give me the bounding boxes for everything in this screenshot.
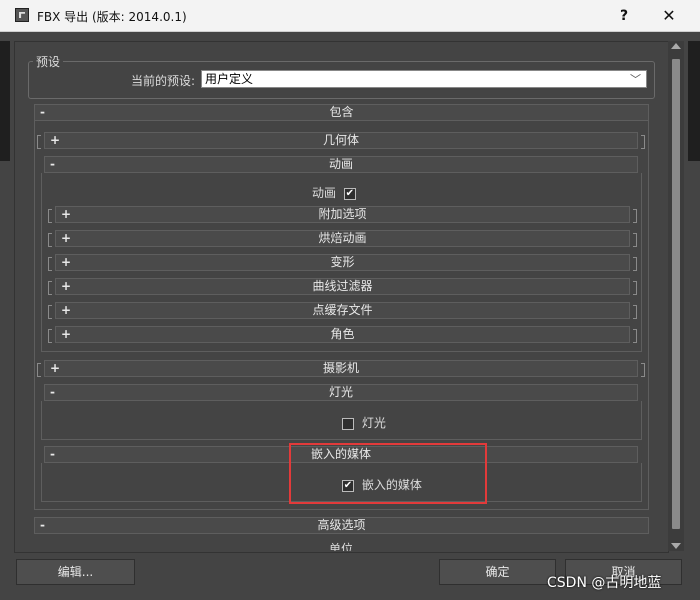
rollout-cameras-label: 摄影机 — [322, 361, 359, 375]
rollout-curve-filters-label: 曲线过滤器 — [312, 279, 373, 293]
rollout-bracket — [48, 209, 52, 223]
animation-checkbox-label: 动画 — [312, 186, 337, 200]
watermark: CSDN @古明地蓝 — [547, 575, 662, 591]
scroll-down-arrow-icon[interactable] — [671, 543, 681, 549]
background-viewport-right — [688, 41, 700, 161]
rollout-character[interactable]: + 角色 — [48, 326, 637, 343]
rollout-lights[interactable]: - 灯光 — [44, 384, 638, 401]
preset-dropdown-value: 用户定义 — [205, 72, 254, 86]
rollout-bracket — [641, 135, 645, 149]
window-title: FBX 导出 (版本: 2014.0.1) — [37, 10, 187, 24]
rollout-bracket — [37, 363, 41, 377]
chevron-down-icon: ﹀ — [630, 73, 641, 86]
rollout-advanced[interactable]: - 高级选项 — [34, 517, 649, 534]
rollout-bracket — [633, 233, 637, 247]
rollout-bracket — [633, 209, 637, 223]
rollout-bracket — [48, 281, 52, 295]
rollout-bake-animation-label: 烘焙动画 — [318, 231, 367, 245]
rollout-extra-options[interactable]: + 附加选项 — [48, 206, 637, 223]
rollout-curve-filters[interactable]: + 曲线过滤器 — [48, 278, 637, 295]
rollout-include-label: 包含 — [329, 105, 354, 119]
rollout-bracket — [48, 257, 52, 271]
close-button[interactable]: ✕ — [655, 4, 683, 28]
animation-checkbox-row[interactable]: 动画 ✔ — [312, 184, 356, 201]
rollout-geometry[interactable]: + 几何体 — [37, 132, 645, 149]
app-logo-icon — [15, 8, 29, 22]
rollout-bracket — [633, 257, 637, 271]
rollout-bracket — [48, 305, 52, 319]
ok-button[interactable]: 确定 — [439, 559, 556, 585]
lights-checkbox-label: 灯光 — [361, 416, 386, 430]
rollout-point-cache[interactable]: + 点缓存文件 — [48, 302, 637, 319]
rollout-bracket — [633, 281, 637, 295]
rollout-bracket — [48, 233, 52, 247]
rollout-animation[interactable]: - 动画 — [44, 156, 638, 173]
rollout-advanced-label: 高级选项 — [317, 518, 366, 532]
animation-checkbox[interactable]: ✔ — [343, 187, 356, 200]
rollout-include[interactable]: - 包含 — [34, 104, 649, 121]
rollout-point-cache-label: 点缓存文件 — [312, 303, 373, 317]
title-bar: FBX 导出 (版本: 2014.0.1) ? ✕ — [0, 0, 700, 32]
background-viewport-left — [0, 41, 10, 161]
units-rollout-clip: 单位 — [44, 541, 638, 551]
rollout-geometry-label: 几何体 — [322, 133, 359, 147]
rollout-extra-options-label: 附加选项 — [318, 207, 367, 221]
rollout-bake-animation[interactable]: + 烘焙动画 — [48, 230, 637, 247]
rollout-character-label: 角色 — [330, 327, 355, 341]
scroll-up-arrow-icon[interactable] — [671, 43, 681, 49]
scroll-thumb[interactable] — [672, 59, 680, 529]
rollout-units-label[interactable]: 单位 — [44, 541, 638, 551]
vertical-scrollbar[interactable] — [668, 41, 684, 551]
rollout-lights-label: 灯光 — [328, 385, 353, 399]
rollout-cameras[interactable]: + 摄影机 — [37, 360, 645, 377]
rollout-bracket — [633, 305, 637, 319]
rollout-deformation[interactable]: + 变形 — [48, 254, 637, 271]
current-preset-label: 当前的预设: — [131, 74, 196, 88]
preset-dropdown[interactable]: 用户定义 ﹀ — [201, 70, 647, 88]
fbx-export-dialog: FBX 导出 (版本: 2014.0.1) ? ✕ 预设 当前的预设: 用户定义… — [0, 0, 700, 600]
rollout-bracket — [37, 135, 41, 149]
lights-checkbox[interactable] — [342, 417, 354, 430]
lights-checkbox-row[interactable]: 灯光 — [342, 414, 386, 431]
edit-button[interactable]: 编辑... — [16, 559, 135, 585]
help-button[interactable]: ? — [610, 4, 638, 28]
rollout-deformation-label: 变形 — [330, 255, 355, 269]
rollout-bracket — [48, 329, 52, 343]
rollout-bracket — [633, 329, 637, 343]
rollout-animation-label: 动画 — [328, 157, 353, 171]
presets-group-label: 预设 — [33, 53, 64, 70]
highlight-annotation — [289, 443, 487, 504]
rollout-bracket — [641, 363, 645, 377]
